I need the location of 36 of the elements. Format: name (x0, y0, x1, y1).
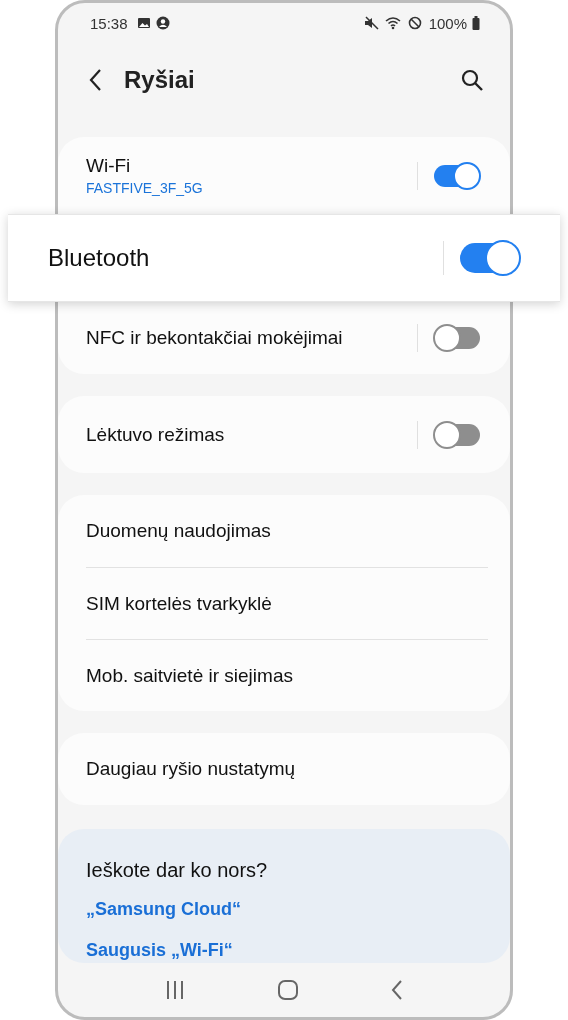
battery-icon (472, 16, 480, 30)
setting-label: Bluetooth (48, 244, 151, 272)
image-icon (136, 16, 151, 30)
suggestion-link[interactable]: „Samsung Cloud“ (86, 899, 482, 920)
toggle-switch[interactable] (434, 164, 480, 187)
status-time: 15:38 (90, 14, 128, 32)
setting-row[interactable]: Daugiau ryšio nustatymų (58, 733, 510, 805)
page-title: Ryšiai (124, 66, 195, 94)
setting-label: Mob. saitvietė ir siejimas (86, 664, 293, 687)
mute-icon (363, 16, 380, 30)
account-icon (155, 16, 170, 30)
setting-label: Lėktuvo režimas (86, 423, 226, 446)
setting-row[interactable]: Lėktuvo režimas (58, 396, 510, 473)
setting-row[interactable]: Duomenų naudojimas (58, 495, 510, 567)
setting-label: SIM kortelės tvarkyklė (86, 592, 272, 615)
setting-label: NFC ir bekontakčiai mokėjimai (86, 327, 344, 349)
suggestions-title: Ieškote dar ko nors? (86, 859, 269, 882)
setting-row[interactable]: SIM kortelės tvarkyklė (86, 567, 488, 639)
setting-label: Duomenų naudojimas (86, 520, 271, 542)
back-icon[interactable] (88, 68, 104, 92)
setting-row[interactable]: NFC ir bekontakčiai mokėjimai (58, 302, 510, 374)
suggestion-link[interactable]: Saugusis „Wi-Fi“ (86, 940, 482, 961)
home-icon[interactable] (277, 979, 299, 1001)
wifi-icon (384, 16, 403, 30)
highlighted-setting-row[interactable]: Bluetooth (8, 214, 560, 302)
battery-percent: 100% (428, 14, 467, 32)
toggle-switch[interactable] (434, 423, 480, 446)
do-not-disturb-icon (407, 16, 422, 30)
search-icon[interactable] (460, 68, 484, 92)
setting-label: Daugiau ryšio nustatymų (86, 758, 296, 780)
setting-label: Wi-Fi (86, 155, 132, 177)
toggle-switch[interactable] (460, 243, 520, 273)
setting-row[interactable]: Mob. saitvietė ir siejimas (86, 639, 488, 711)
setting-subtitle: FASTFIVE_3F_5G (86, 180, 204, 196)
toggle-switch[interactable] (434, 327, 480, 349)
setting-row[interactable]: Wi-Fi FASTFIVE_3F_5G (58, 137, 510, 214)
